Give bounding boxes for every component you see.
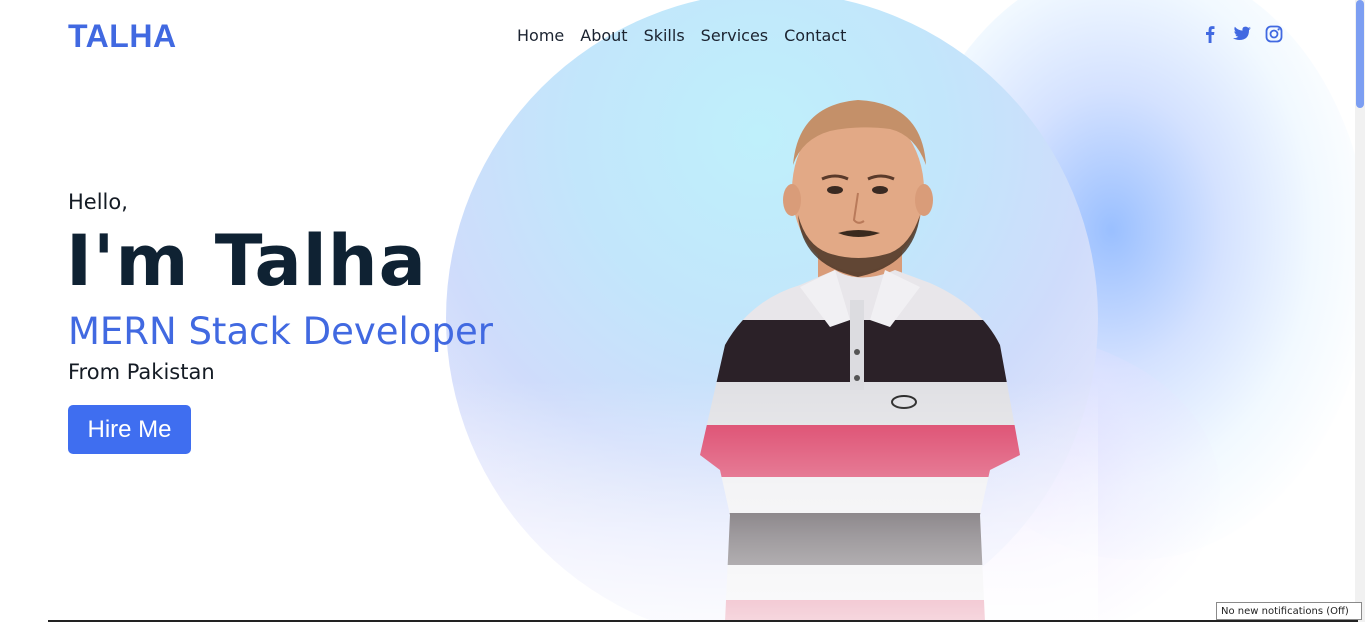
site-logo[interactable]: TALHA	[68, 18, 177, 55]
twitter-icon[interactable]	[1232, 24, 1252, 44]
hero-greeting: Hello,	[68, 190, 128, 214]
portfolio-page: TALHA Home About Skills Services Contact…	[0, 0, 1365, 622]
nav-skills[interactable]: Skills	[644, 26, 685, 45]
nav-about[interactable]: About	[580, 26, 627, 45]
hero-name: I'm Talha	[66, 220, 427, 302]
nav-home[interactable]: Home	[517, 26, 564, 45]
scrollbar[interactable]	[1355, 0, 1365, 622]
social-links	[1200, 24, 1284, 44]
nav-services[interactable]: Services	[701, 26, 768, 45]
notification-status: No new notifications (Off)	[1216, 602, 1362, 620]
hero-origin: From Pakistan	[68, 360, 215, 384]
scrollbar-thumb[interactable]	[1356, 0, 1364, 108]
hero-bottom-fade	[446, 380, 1098, 622]
main-nav: Home About Skills Services Contact	[517, 26, 846, 45]
instagram-icon[interactable]	[1264, 24, 1284, 44]
nav-contact[interactable]: Contact	[784, 26, 846, 45]
hero-role: MERN Stack Developer	[68, 310, 493, 353]
facebook-icon[interactable]	[1200, 24, 1220, 44]
hire-me-button[interactable]: Hire Me	[68, 405, 191, 454]
